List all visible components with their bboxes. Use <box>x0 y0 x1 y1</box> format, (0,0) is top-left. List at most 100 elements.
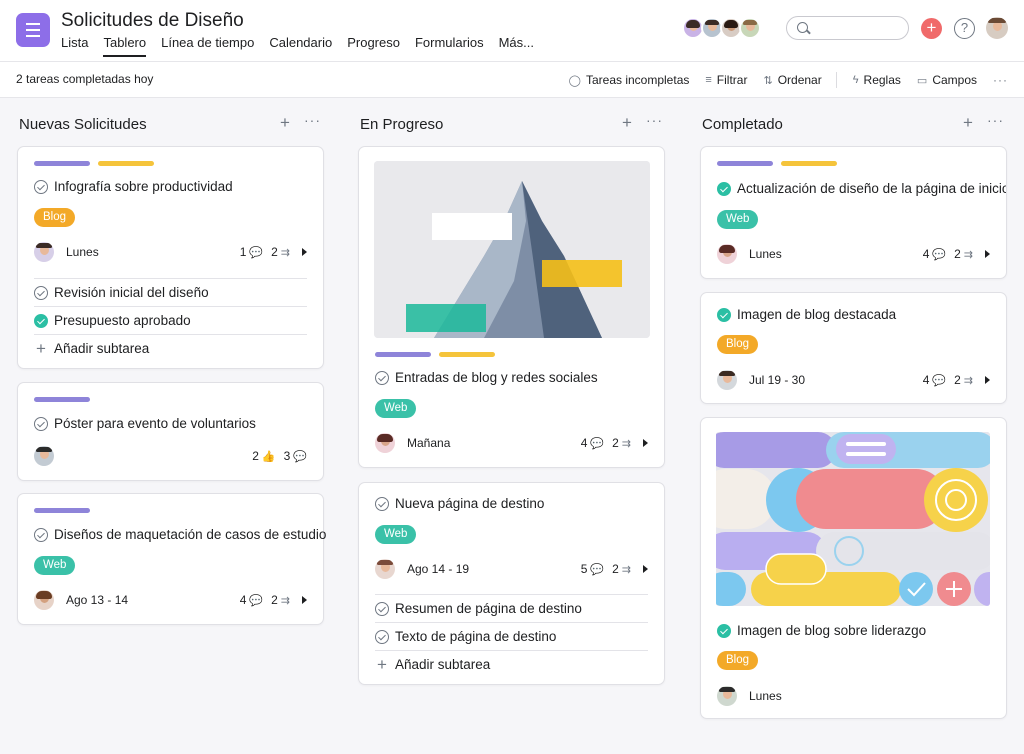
tab-mas[interactable]: Más... <box>499 35 534 56</box>
task-card[interactable]: Imagen de blog sobre liderazgo Blog Lune… <box>700 417 1007 719</box>
add-task-icon[interactable]: + <box>280 113 290 133</box>
search-input[interactable] <box>786 16 909 40</box>
check-icon[interactable] <box>34 285 48 300</box>
due-date: Ago 13 - 14 <box>66 593 129 607</box>
more-icon[interactable]: ··· <box>304 112 321 128</box>
tag-badge: Blog <box>34 208 76 227</box>
subtask-row[interactable]: Resumen de página de destino <box>375 594 648 622</box>
fields-button[interactable]: ▭ Campos <box>917 73 977 87</box>
due-date: Mañana <box>407 436 451 450</box>
help-icon[interactable]: ? <box>954 18 975 39</box>
comment-icon: 💬 <box>590 437 605 450</box>
check-icon[interactable] <box>34 416 48 431</box>
tag-badge: Web <box>717 210 759 229</box>
expand-icon[interactable] <box>302 596 307 604</box>
cover-image <box>716 432 990 606</box>
tab-calendario[interactable]: Calendario <box>269 35 332 56</box>
tab-lista[interactable]: Lista <box>61 35 88 56</box>
comment-icon: 💬 <box>249 594 264 607</box>
due-date: Lunes <box>749 689 782 703</box>
user-avatar[interactable] <box>986 17 1008 39</box>
task-card[interactable]: Infografía sobre productividad Blog Lune… <box>17 146 324 369</box>
avatar <box>375 559 395 579</box>
subtask-icon: ⇉ <box>280 594 290 607</box>
task-card[interactable]: Actualización de diseño de la página de … <box>700 146 1007 279</box>
task-card[interactable]: Diseños de maquetación de casos de estud… <box>17 493 326 625</box>
subtask-row[interactable]: Revisión inicial del diseño <box>34 278 307 306</box>
check-icon[interactable] <box>34 179 48 194</box>
task-card[interactable]: Imagen de blog destacada Blog Jul 19 - 3… <box>700 292 1007 404</box>
check-icon[interactable] <box>375 496 389 511</box>
task-card[interactable]: Entradas de blog y redes sociales Web Ma… <box>358 146 665 468</box>
column-title: Completado <box>702 116 783 133</box>
tab-formularios[interactable]: Formularios <box>415 35 484 56</box>
add-button[interactable]: + <box>921 18 942 39</box>
sort-icon: ⇅ <box>763 74 773 87</box>
top-bar: Solicitudes de Diseño Lista Tablero Líne… <box>0 0 1024 62</box>
add-subtask-button[interactable]: + Añadir subtarea <box>375 650 648 678</box>
incomplete-tasks-button[interactable]: ◯ Tareas incompletas <box>569 73 690 87</box>
member-avatars[interactable] <box>682 17 761 39</box>
task-title: Imagen de blog sobre liderazgo <box>737 623 927 638</box>
check-icon[interactable] <box>375 629 389 644</box>
check-icon[interactable] <box>375 601 389 616</box>
fields-icon: ▭ <box>916 74 928 87</box>
tab-progreso[interactable]: Progreso <box>347 35 400 56</box>
subtask-row[interactable]: Presupuesto aprobado <box>34 306 307 334</box>
add-task-icon[interactable]: + <box>963 113 973 133</box>
view-tabs: Lista Tablero Línea de tiempo Calendario… <box>61 35 549 57</box>
comment-icon: 💬 <box>590 563 605 576</box>
task-title: Imagen de blog destacada <box>737 307 897 322</box>
check-icon[interactable] <box>717 623 731 638</box>
check-icon[interactable] <box>717 181 731 196</box>
tab-tablero[interactable]: Tablero <box>103 35 146 57</box>
task-card[interactable]: Nueva página de destino Web Ago 14 - 19 … <box>358 482 665 685</box>
filter-icon: ≡ <box>705 74 712 86</box>
tag-badge: Blog <box>717 651 759 670</box>
more-options-button[interactable]: ··· <box>993 73 1008 87</box>
expand-icon[interactable] <box>643 439 648 447</box>
column-title: Nuevas Solicitudes <box>19 116 147 133</box>
avatar <box>717 244 737 264</box>
rules-button[interactable]: ϟ Reglas <box>853 73 901 87</box>
thumbs-up-icon[interactable]: 👍 <box>262 450 276 463</box>
check-icon[interactable] <box>717 307 731 322</box>
expand-icon[interactable] <box>643 565 648 573</box>
task-title: Nueva página de destino <box>395 496 545 511</box>
filter-button[interactable]: ≡ Filtrar <box>705 73 747 87</box>
bolt-icon: ϟ <box>852 74 859 86</box>
check-icon[interactable] <box>34 313 48 328</box>
task-card[interactable]: Póster para evento de voluntarios 2 👍 3 💬 <box>17 382 324 481</box>
tab-linea-de-tiempo[interactable]: Línea de tiempo <box>161 35 254 56</box>
expand-icon[interactable] <box>985 250 990 258</box>
avatar <box>739 17 761 39</box>
check-icon[interactable] <box>34 527 48 542</box>
sort-button[interactable]: ⇅ Ordenar <box>763 73 821 87</box>
task-title: Póster para evento de voluntarios <box>54 416 256 431</box>
check-icon[interactable] <box>375 370 389 385</box>
task-title: Infografía sobre productividad <box>54 179 233 194</box>
task-title: Actualización de diseño de la página de … <box>737 181 1007 196</box>
tag-badge: Web <box>375 525 417 544</box>
due-date: Lunes <box>66 245 99 259</box>
subtask-row[interactable]: Texto de página de destino <box>375 622 648 650</box>
subtask-icon: ⇉ <box>621 437 631 450</box>
page-title: Solicitudes de Diseño <box>61 10 244 31</box>
comment-icon: 💬 <box>932 374 947 387</box>
expand-icon[interactable] <box>302 248 307 256</box>
add-subtask-button[interactable]: + Añadir subtarea <box>34 334 307 362</box>
avatar <box>375 433 395 453</box>
tag-badge: Web <box>375 399 417 418</box>
more-icon[interactable]: ··· <box>987 112 1004 128</box>
tag-badge: Web <box>34 556 76 575</box>
avatar <box>34 590 54 610</box>
column-title: En Progreso <box>360 116 444 133</box>
task-title: Entradas de blog y redes sociales <box>395 370 598 385</box>
expand-icon[interactable] <box>985 376 990 384</box>
more-icon[interactable]: ··· <box>646 112 663 128</box>
completed-today-text: 2 tareas completadas hoy <box>16 72 154 86</box>
divider <box>835 72 837 88</box>
comment-icon: 💬 <box>293 450 307 463</box>
add-task-icon[interactable]: + <box>622 113 632 133</box>
menu-icon[interactable] <box>16 13 50 47</box>
